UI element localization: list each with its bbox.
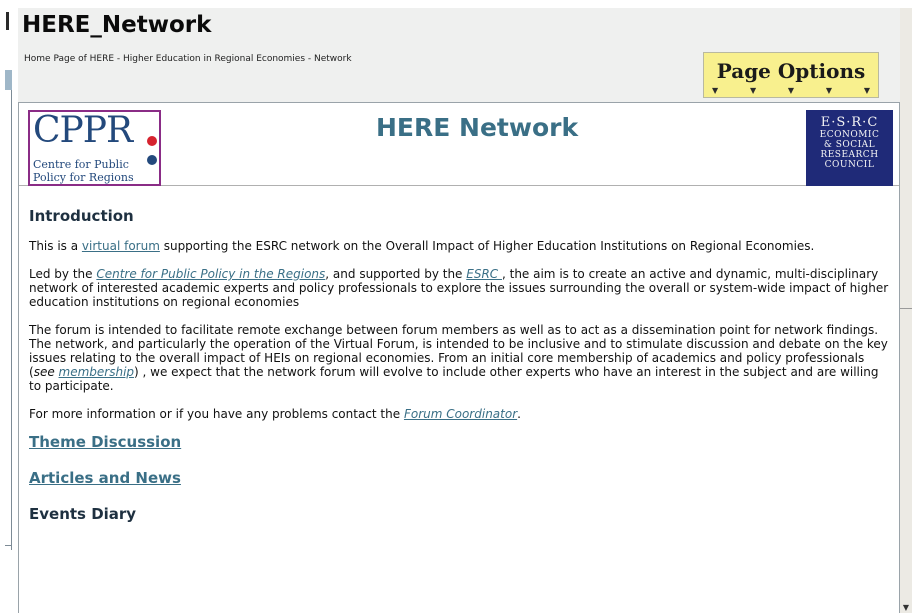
text: ) , we expect that the network forum wil…: [29, 365, 879, 393]
text: supporting the ESRC network on the Overa…: [159, 239, 815, 253]
esrc-logo-line: RESEARCH: [820, 150, 879, 160]
introduction-heading: Introduction: [29, 207, 134, 225]
chevron-down-icon: ▼: [712, 86, 719, 95]
edge-tick: [5, 545, 11, 546]
page-options-label: Page Options: [716, 59, 866, 83]
chevron-down-icon: ▼: [749, 86, 757, 95]
esrc-logo[interactable]: E·S·R·C ECONOMIC & SOCIAL RESEARCH COUNC…: [806, 110, 893, 186]
chevron-down-icon: ▼: [787, 86, 795, 95]
scrollbar-thumb[interactable]: [900, 308, 912, 323]
forum-coordinator-link[interactable]: Forum Coordinator: [404, 407, 517, 421]
main-heading: HERE Network: [376, 113, 579, 142]
virtual-forum-link[interactable]: virtual forum: [82, 239, 160, 253]
scroll-down-arrow-icon[interactable]: ▼: [900, 602, 912, 613]
text: , and supported by the: [325, 267, 467, 281]
intro-paragraph-3: The forum is intended to facilitate remo…: [29, 323, 891, 393]
cppr-logo-text: CPPR: [33, 110, 133, 151]
esrc-logo-initials: E·S·R·C: [820, 115, 879, 130]
theme-discussion-link[interactable]: Theme Discussion: [29, 435, 891, 450]
text: Led by the: [29, 267, 97, 281]
article-body: Introduction This is a virtual forum sup…: [29, 207, 891, 523]
window-left-edge: [0, 0, 18, 613]
intro-paragraph-1: This is a virtual forum supporting the E…: [29, 239, 891, 253]
text: see: [33, 365, 59, 379]
edge-divider: [11, 90, 12, 550]
edge-marker: [6, 12, 9, 30]
esrc-logo-line: ECONOMIC: [819, 130, 880, 140]
text: For more information or if you have any …: [29, 407, 404, 421]
edge-tab[interactable]: [5, 70, 12, 90]
page-banner: CPPR Centre for Public Policy for Region…: [19, 103, 899, 186]
breadcrumb: Home Page of HERE - Higher Education in …: [24, 54, 352, 64]
articles-and-news-link[interactable]: Articles and News: [29, 471, 891, 486]
cppr-logo-subtitle-1: Centre for Public: [33, 158, 129, 171]
esrc-logo-line: COUNCIL: [824, 160, 875, 170]
cppr-logo[interactable]: CPPR Centre for Public Policy for Region…: [28, 110, 161, 186]
esrc-link[interactable]: ESRC: [466, 267, 502, 281]
page-options-arrows: ▼ ▼ ▼ ▼ ▼: [712, 87, 870, 95]
page-title: HERE_Network: [22, 12, 212, 38]
text: This is a: [29, 239, 82, 253]
chevron-down-icon: ▼: [825, 86, 833, 95]
cppr-logo-red-dot: [147, 136, 157, 146]
esrc-logo-line: & SOCIAL: [823, 140, 876, 150]
cppr-logo-subtitle-2: Policy for Regions: [33, 171, 134, 184]
page-options-button[interactable]: Page Options ▼ ▼ ▼ ▼ ▼: [703, 52, 879, 98]
membership-link[interactable]: membership: [59, 365, 135, 379]
vertical-scrollbar[interactable]: ▼: [900, 8, 912, 613]
page-header: HERE_Network Home Page of HERE - Higher …: [18, 8, 900, 102]
events-diary-heading: Events Diary: [29, 505, 137, 523]
content-area: CPPR Centre for Public Policy for Region…: [18, 102, 900, 613]
intro-paragraph-2: Led by the Centre for Public Policy in t…: [29, 267, 891, 309]
cppr-link[interactable]: Centre for Public Policy in the Regions: [96, 267, 325, 281]
chevron-down-icon: ▼: [863, 86, 870, 95]
text: .: [517, 407, 521, 421]
cppr-logo-blue-dot: [147, 155, 157, 165]
intro-paragraph-4: For more information or if you have any …: [29, 407, 891, 421]
